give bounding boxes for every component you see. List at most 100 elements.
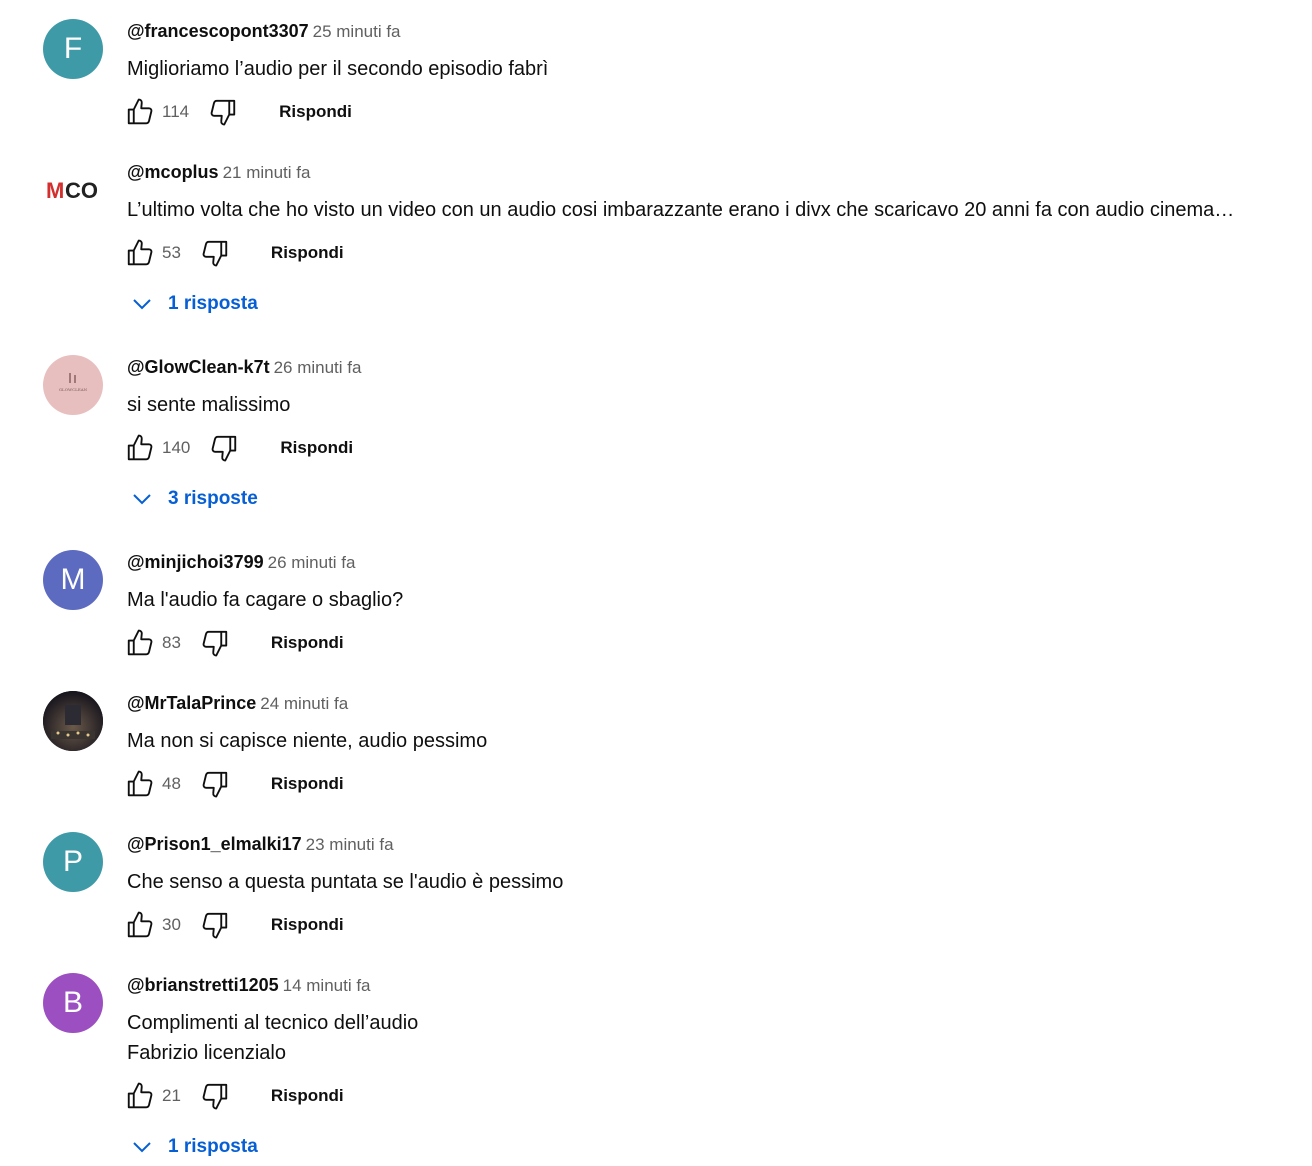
view-replies-button[interactable]: 1 risposta [130,1131,258,1163]
thumb-up-icon [125,433,155,463]
thumb-down-icon [200,628,230,658]
avatar[interactable] [43,691,103,751]
comment-actions: 140 Rispondi [124,432,353,464]
like-button[interactable] [124,432,156,464]
comment-text: L’ultimo volta che ho visto un video con… [127,199,1235,221]
replies-count[interactable]: 3 risposte [168,488,258,510]
thumb-up-icon [125,910,155,940]
thumb-down-icon [200,910,230,940]
avatar[interactable]: GLOWCLEAN [43,355,103,415]
reply-button[interactable]: Rispondi [271,633,344,653]
replies-count[interactable]: 1 risposta [168,1136,258,1158]
comment-text: Miglioriamo l’audio per il secondo episo… [127,58,549,80]
comment-header: @francescopont3307 25 minuti fa [127,21,401,45]
svg-text:CO: CO [65,178,98,203]
like-button[interactable] [124,768,156,800]
thumb-up-icon [125,769,155,799]
comment-header: @mcoplus 21 minuti fa [127,162,310,186]
like-count: 21 [162,1086,181,1105]
avatar-letter: M [60,563,86,596]
like-count: 83 [162,633,181,652]
dislike-button[interactable] [199,237,231,269]
thumb-down-icon [208,97,238,127]
thumb-down-icon [200,769,230,799]
comment-text: Complimenti al tecnico dell’audio Fabriz… [127,1008,418,1068]
avatar[interactable]: P [43,832,103,892]
thumb-up-icon [125,238,155,268]
comment-time[interactable]: 26 minuti fa [268,553,356,572]
author-name[interactable]: @brianstretti1205 [127,975,279,995]
glowclean-logo: GLOWCLEAN [59,373,88,392]
avatar-letter: P [62,845,83,878]
reply-button[interactable]: Rispondi [271,915,344,935]
comment-time[interactable]: 26 minuti fa [274,358,362,377]
author-name[interactable]: @francescopont3307 [127,21,309,41]
dislike-button[interactable] [199,909,231,941]
chevron-down-icon [130,487,154,511]
dislike-button[interactable] [199,627,231,659]
comment-line: Complimenti al tecnico dell’audio [127,1012,419,1034]
like-button[interactable] [124,237,156,269]
author-name[interactable]: @Prison1_elmalki17 [127,834,302,854]
comment-actions: 53 Rispondi [124,237,344,269]
like-count: 53 [162,243,181,262]
mco-logo: M CO [46,178,98,203]
like-count: 114 [162,102,190,121]
view-replies-button[interactable]: 1 risposta [130,288,258,320]
comment-header: @Prison1_elmalki17 23 minuti fa [127,834,394,858]
thumb-down-icon [200,238,230,268]
like-button[interactable] [124,96,156,128]
svg-text:M: M [46,178,64,203]
dislike-button[interactable] [207,96,239,128]
avatar[interactable]: M [43,550,103,610]
comment-line: Fabrizio licenzialo [127,1042,286,1064]
avatar-letter: F [63,32,83,65]
comment-actions: 30 Rispondi [124,909,344,941]
reply-button[interactable]: Rispondi [271,1086,344,1106]
comment-header: @brianstretti1205 14 minuti fa [127,975,371,999]
thumb-down-icon [200,1081,230,1111]
comment-text: Che senso a questa puntata se l'audio è … [127,871,564,893]
dislike-button[interactable] [199,1080,231,1112]
comment-time[interactable]: 25 minuti fa [313,22,401,41]
like-count: 30 [162,915,181,934]
avatar-letter: B [62,986,83,1019]
reply-button[interactable]: Rispondi [271,243,344,263]
comment-header: @MrTalaPrince 24 minuti fa [127,693,348,717]
replies-count[interactable]: 1 risposta [168,293,258,315]
reply-button[interactable]: Rispondi [280,438,353,458]
like-button[interactable] [124,1080,156,1112]
comment-text: Ma l'audio fa cagare o sbaglio? [127,589,404,611]
author-name[interactable]: @mcoplus [127,162,219,182]
thumb-up-icon [125,97,155,127]
comment-actions: 48 Rispondi [124,768,344,800]
like-button[interactable] [124,627,156,659]
comment-time[interactable]: 14 minuti fa [283,976,371,995]
chevron-down-icon [130,292,154,316]
comment-actions: 114 Rispondi [124,96,352,128]
avatar-photo [43,691,103,751]
comment-time[interactable]: 24 minuti fa [260,694,348,713]
chevron-down-icon [130,1135,154,1159]
comment-time[interactable]: 21 minuti fa [223,163,311,182]
reply-button[interactable]: Rispondi [279,102,352,122]
like-count: 48 [162,774,181,793]
view-replies-button[interactable]: 3 risposte [130,483,258,515]
comment-text: si sente malissimo [127,394,291,416]
comment-time[interactable]: 23 minuti fa [306,835,394,854]
comment-header: @GlowClean-k7t 26 minuti fa [127,357,361,381]
avatar[interactable]: F [43,19,103,79]
thumb-up-icon [125,628,155,658]
avatar[interactable]: M CO [43,160,103,220]
reply-button[interactable]: Rispondi [271,774,344,794]
author-name[interactable]: @GlowClean-k7t [127,357,270,377]
dislike-button[interactable] [208,432,240,464]
author-name[interactable]: @minjichoi3799 [127,552,264,572]
thumb-up-icon [125,1081,155,1111]
like-button[interactable] [124,909,156,941]
author-name[interactable]: @MrTalaPrince [127,693,256,713]
dislike-button[interactable] [199,768,231,800]
avatar[interactable]: B [43,973,103,1033]
svg-text:GLOWCLEAN: GLOWCLEAN [59,387,88,392]
thumb-down-icon [209,433,239,463]
